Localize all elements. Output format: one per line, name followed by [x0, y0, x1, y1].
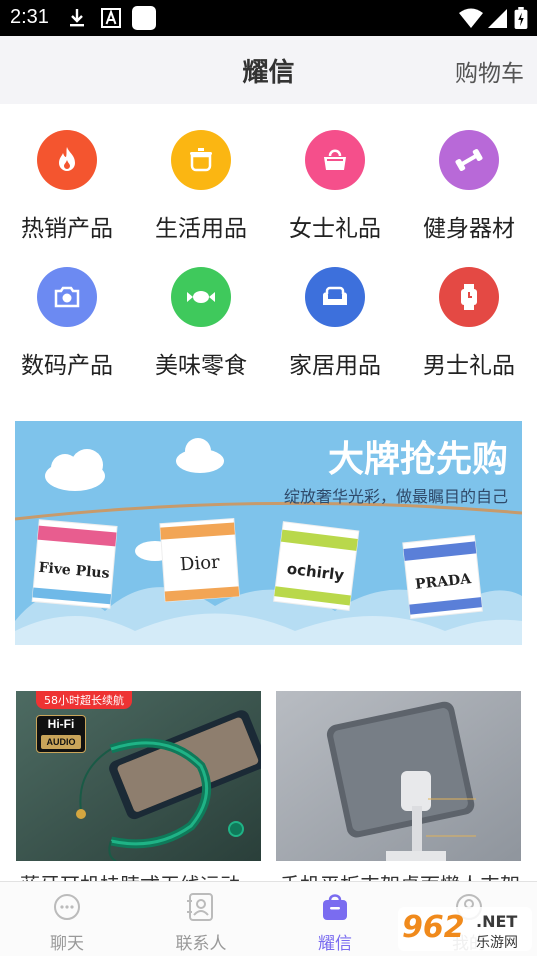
- contacts-icon: [187, 893, 213, 921]
- category-label: 女士礼品: [289, 216, 381, 242]
- category-label: 生活用品: [155, 216, 247, 242]
- notification-square-icon: [132, 6, 156, 30]
- category-label: 美味零食: [155, 353, 247, 379]
- product-name: 蓝牙耳机挂脖式无线运动: [20, 869, 240, 881]
- site-watermark-logo: 962 .NET 乐游网: [398, 907, 532, 951]
- camera-icon: [37, 267, 97, 327]
- signal-icon: [488, 9, 507, 28]
- category-label: 热销产品: [21, 216, 113, 242]
- promo-banner[interactable]: 大牌抢先购 绽放奢华光彩，做最瞩目的自己 Five Plus Dior ochi…: [15, 421, 522, 645]
- product-badge: 58小时超长续航: [36, 691, 132, 709]
- brand-tag: PRADA: [402, 534, 483, 620]
- hifi-badge: Hi-Fi AUDIO: [36, 715, 86, 753]
- battery-icon: [514, 7, 528, 29]
- product-image: [276, 691, 521, 861]
- pot-icon: [171, 130, 231, 190]
- sofa-icon: [305, 267, 365, 327]
- banner-illustration: 大牌抢先购 绽放奢华光彩，做最瞩目的自己 Five Plus Dior ochi…: [15, 421, 522, 645]
- brand-tag: ochirly: [273, 521, 360, 611]
- wifi-icon: [459, 8, 483, 28]
- tab-label: 耀信: [318, 934, 352, 954]
- tab-shop[interactable]: 耀信: [268, 882, 402, 956]
- brand-tag-label: Dior: [179, 552, 220, 576]
- chat-icon: [54, 894, 80, 920]
- hifi-badge-subtitle: AUDIO: [41, 735, 81, 749]
- watch-icon: [439, 267, 499, 327]
- product-card[interactable]: 58小时超长续航 Hi-Fi AUDIO 蓝牙耳机挂脖式无线运动: [16, 691, 261, 881]
- app-header: 耀信 购物车: [0, 36, 537, 104]
- watermark-site: 乐游网: [476, 935, 518, 951]
- candy-icon: [171, 267, 231, 327]
- category-label: 健身器材: [423, 216, 515, 242]
- a-badge-icon: [101, 8, 121, 28]
- dumbbell-icon: [439, 130, 499, 190]
- watermark-suffix: .NET: [476, 912, 517, 931]
- status-bar: 2:31: [0, 0, 537, 36]
- product-card[interactable]: 手机平板支架桌面懒人支架: [276, 691, 521, 881]
- category-label: 家居用品: [289, 353, 381, 379]
- product-name: 手机平板支架桌面懒人支架: [280, 869, 520, 881]
- hifi-badge-title: Hi-Fi: [47, 717, 75, 731]
- banner-headline: 大牌抢先购: [328, 438, 508, 480]
- status-time: 2:31: [10, 6, 49, 28]
- shop-icon: [323, 894, 347, 920]
- tab-label: 联系人: [175, 934, 227, 954]
- handbag-icon: [305, 130, 365, 190]
- tab-contacts[interactable]: 联系人: [134, 882, 268, 956]
- tab-chat[interactable]: 聊天: [0, 882, 134, 956]
- cart-button[interactable]: 购物车: [455, 54, 524, 88]
- banner-subline: 绽放奢华光彩，做最瞩目的自己: [284, 487, 508, 506]
- brand-tag: Five Plus: [31, 519, 118, 609]
- category-label: 数码产品: [21, 353, 113, 379]
- product-list: 58小时超长续航 Hi-Fi AUDIO 蓝牙耳机挂脖式无线运动 手机平板支架桌面…: [0, 691, 537, 881]
- watermark-digits: 962: [402, 910, 465, 945]
- brand-tag: Dior: [159, 517, 240, 603]
- tab-label: 聊天: [50, 934, 84, 954]
- fire-icon: [37, 130, 97, 190]
- category-label: 男士礼品: [423, 353, 515, 379]
- download-icon: [70, 9, 84, 27]
